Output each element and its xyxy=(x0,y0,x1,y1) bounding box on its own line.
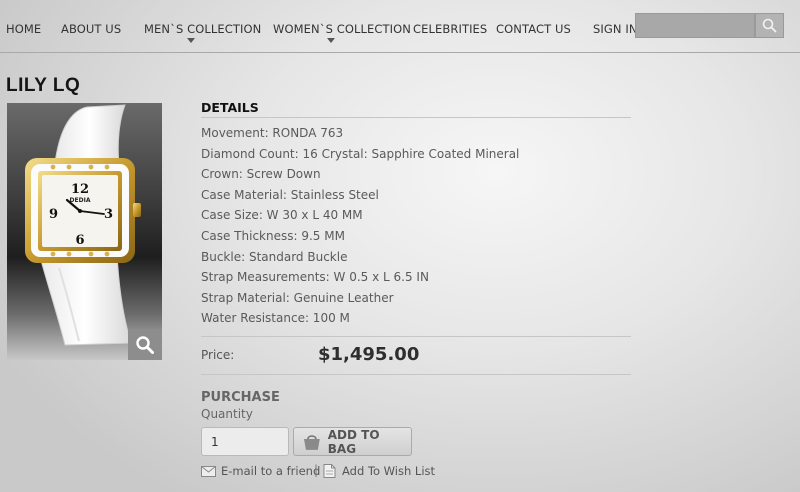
price-divider-top xyxy=(201,336,631,337)
quantity-input[interactable] xyxy=(201,427,289,456)
svg-text:6: 6 xyxy=(75,233,84,248)
nav-celebrities[interactable]: CELEBRITIES xyxy=(413,22,487,36)
magnifier-zoom-icon xyxy=(136,335,154,354)
nav-home[interactable]: HOME xyxy=(6,22,41,36)
spec-water-resistance: Water Resistance: 100 M xyxy=(201,311,350,326)
zoom-button[interactable] xyxy=(128,329,162,360)
envelope-icon xyxy=(201,465,216,477)
nav-womens-collection[interactable]: WOMEN`S COLLECTION xyxy=(273,22,411,36)
svg-text:12: 12 xyxy=(71,182,89,197)
add-to-bag-button[interactable]: ADD TO BAG xyxy=(293,427,412,456)
nav-sign-in[interactable]: SIGN IN xyxy=(593,22,638,36)
price-label: Price: xyxy=(201,348,235,362)
spec-diamond-count: Diamond Count: 16 Crystal: Sapphire Coat… xyxy=(201,146,520,161)
spec-strap-material: Strap Material: Genuine Leather xyxy=(201,290,394,305)
svg-text:9: 9 xyxy=(49,207,58,222)
caret-down-icon xyxy=(327,38,335,43)
caret-down-icon xyxy=(187,38,195,43)
nav-divider xyxy=(0,52,800,53)
spec-list: Movement: RONDA 763 Diamond Count: 16 Cr… xyxy=(201,125,519,331)
spec-strap-measurements: Strap Measurements: W 0.5 x L 6.5 IN xyxy=(201,270,429,285)
purchase-heading: PURCHASE xyxy=(201,390,280,405)
email-friend-link[interactable]: E-mail to a friend xyxy=(201,464,320,478)
search-input[interactable] xyxy=(635,13,755,38)
nav-about-us[interactable]: ABOUT US xyxy=(61,22,121,36)
shopping-bag-icon xyxy=(303,434,320,450)
nav-mens-collection[interactable]: MEN`S COLLECTION xyxy=(144,22,261,36)
svg-text:3: 3 xyxy=(104,207,113,222)
spec-case-size: Case Size: W 30 x L 40 MM xyxy=(201,208,363,223)
nav-contact-us[interactable]: CONTACT US xyxy=(496,22,571,36)
product-image[interactable]: 12 6 9 3 DEDIA xyxy=(7,103,162,360)
spec-case-thickness: Case Thickness: 9.5 MM xyxy=(201,228,345,243)
wish-list-link[interactable]: Add To Wish List xyxy=(323,464,435,478)
document-icon xyxy=(323,464,336,478)
link-separator: | xyxy=(314,463,319,477)
price-value: $1,495.00 xyxy=(318,344,420,365)
product-title: LILY LQ xyxy=(6,75,81,96)
wish-list-label: Add To Wish List xyxy=(342,464,436,478)
email-friend-label: E-mail to a friend xyxy=(221,464,321,478)
search-icon xyxy=(762,18,777,33)
details-heading: DETAILS xyxy=(201,100,259,115)
watch-brand-text: DEDIA xyxy=(70,197,91,204)
spec-movement: Movement: RONDA 763 xyxy=(201,126,344,140)
spec-buckle: Buckle: Standard Buckle xyxy=(201,249,348,264)
add-to-bag-label: ADD TO BAG xyxy=(327,427,380,456)
spec-case-material: Case Material: Stainless Steel xyxy=(201,187,379,202)
spec-crown: Crown: Screw Down xyxy=(201,167,321,182)
details-divider xyxy=(201,117,631,118)
watch-illustration: 12 6 9 3 DEDIA xyxy=(25,104,141,346)
quantity-label: Quantity xyxy=(201,407,253,421)
search-button[interactable] xyxy=(755,13,784,38)
top-navigation: HOME ABOUT US MEN`S COLLECTION WOMEN`S C… xyxy=(0,0,800,52)
price-divider-bottom xyxy=(201,374,631,375)
